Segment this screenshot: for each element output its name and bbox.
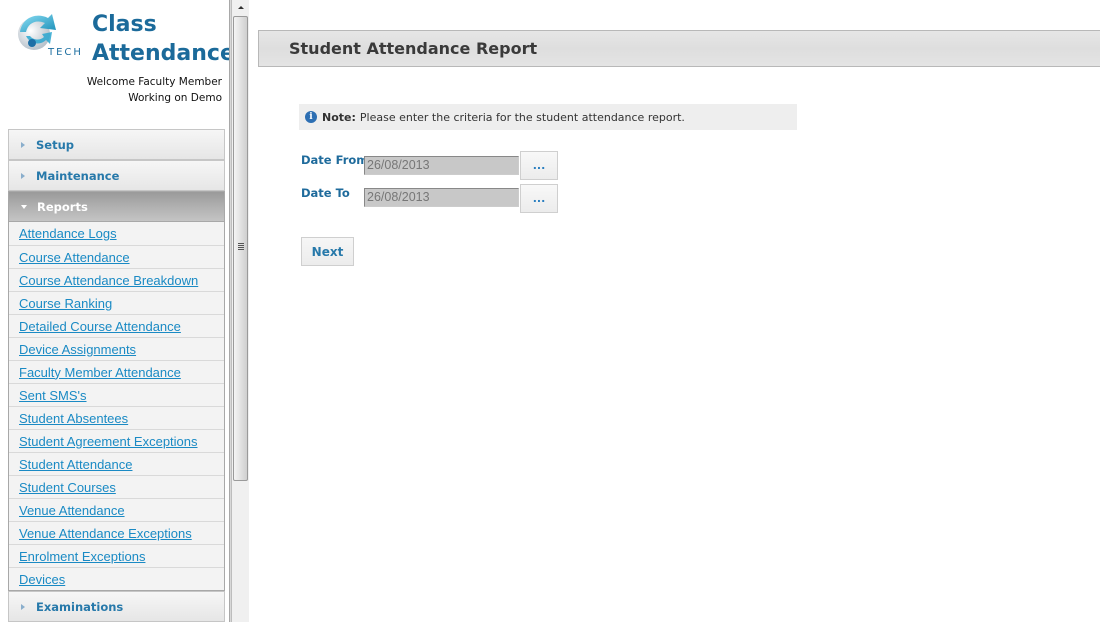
next-button[interactable]: Next — [301, 237, 354, 266]
report-link-venue-attendance-exceptions[interactable]: Venue Attendance Exceptions — [19, 526, 192, 541]
date-from-input[interactable]: 26/08/2013 — [364, 156, 519, 175]
note-text: Please enter the criteria for the studen… — [359, 110, 685, 124]
app-title-line1: Class — [92, 12, 157, 37]
caret-right-icon — [21, 172, 25, 179]
report-link-venue-attendance[interactable]: Venue Attendance — [19, 503, 125, 518]
reports-menu: Attendance Logs Course Attendance Course A… — [8, 222, 225, 591]
caret-down-icon — [21, 204, 27, 209]
sidebar-header-label: Maintenance — [36, 168, 120, 183]
reports-menu-item: Enrolment Exceptions — [9, 544, 224, 567]
note-box: i Note: Please enter the criteria for th… — [299, 104, 797, 130]
reports-menu-item: Student Absentees — [9, 406, 224, 429]
note-label: Note: — [322, 110, 356, 124]
report-link-devices[interactable]: Devices — [19, 572, 65, 587]
info-icon: i — [305, 111, 317, 123]
page-header: Student Attendance Report — [258, 30, 1100, 67]
report-link-course-ranking[interactable]: Course Ranking — [19, 296, 112, 311]
welcome-text: Welcome Faculty Member — [86, 76, 222, 88]
reports-menu-item: Attendance Logs — [9, 222, 224, 245]
navigation-frame: TECH Class Attendance Welcome Faculty Me… — [0, 0, 229, 622]
sidebar-section-setup: Setup — [8, 129, 225, 160]
date-from-label: Date From — [301, 153, 369, 167]
reports-menu-item: Student Attendance — [9, 452, 224, 475]
navigation-scrollbar[interactable] — [232, 0, 249, 622]
reports-menu-item: Venue Attendance — [9, 498, 224, 521]
report-link-student-attendance[interactable]: Student Attendance — [19, 457, 132, 472]
logo-icon — [16, 10, 58, 52]
sidebar-header-setup[interactable]: Setup — [9, 130, 224, 159]
report-link-student-absentees[interactable]: Student Absentees — [19, 411, 128, 426]
date-from-picker-button[interactable]: ... — [520, 151, 558, 180]
reports-menu-item: Sent SMS's — [9, 383, 224, 406]
page-title: Student Attendance Report — [289, 39, 538, 58]
logo-text: TECH — [48, 47, 83, 58]
arrow-up-icon — [237, 6, 244, 9]
sidebar-header-label: Examinations — [36, 599, 124, 614]
scroll-up-button[interactable] — [232, 0, 249, 15]
caret-right-icon — [21, 603, 25, 610]
report-link-attendance-logs[interactable]: Attendance Logs — [19, 226, 117, 241]
sidebar-section-examinations: Examinations — [8, 591, 225, 622]
reports-menu-item: Student Courses — [9, 475, 224, 498]
working-on-text: Working on Demo — [128, 92, 222, 104]
sidebar-section-maintenance: Maintenance — [8, 160, 225, 191]
sidebar-header-examinations[interactable]: Examinations — [9, 592, 224, 621]
sidebar-header-label: Reports — [37, 199, 88, 214]
date-to-label: Date To — [301, 186, 350, 200]
grip-icon — [238, 243, 244, 251]
reports-menu-item: Faculty Member Attendance — [9, 360, 224, 383]
reports-menu-item: Course Attendance Breakdown — [9, 268, 224, 291]
report-link-detailed-course-attendance[interactable]: Detailed Course Attendance — [19, 319, 181, 334]
report-link-sent-sms-s[interactable]: Sent SMS's — [19, 388, 87, 403]
report-link-device-assignments[interactable]: Device Assignments — [19, 342, 136, 357]
report-link-course-attendance-breakdown[interactable]: Course Attendance Breakdown — [19, 273, 198, 288]
reports-menu-item: Course Attendance — [9, 245, 224, 268]
reports-menu-item: Detailed Course Attendance — [9, 314, 224, 337]
report-link-enrolment-exceptions[interactable]: Enrolment Exceptions — [19, 549, 145, 564]
reports-menu-item: Devices — [9, 567, 224, 590]
report-link-student-agreement-exceptions[interactable]: Student Agreement Exceptions — [19, 434, 198, 449]
sidebar-header-reports[interactable]: Reports — [9, 192, 224, 221]
reports-menu-item: Student Agreement Exceptions — [9, 429, 224, 452]
sidebar-section-reports: Reports — [8, 191, 225, 222]
app-title-line2: Attendance — [92, 41, 229, 66]
caret-right-icon — [21, 141, 25, 148]
sidebar-header-label: Setup — [36, 137, 74, 152]
reports-menu-item: Venue Attendance Exceptions — [9, 521, 224, 544]
report-link-faculty-member-attendance[interactable]: Faculty Member Attendance — [19, 365, 181, 380]
report-link-student-courses[interactable]: Student Courses — [19, 480, 116, 495]
user-info: Welcome Faculty Member Working on Demo — [87, 74, 222, 106]
report-link-course-attendance[interactable]: Course Attendance — [19, 250, 130, 265]
reports-menu-item: Device Assignments — [9, 337, 224, 360]
date-to-input[interactable]: 26/08/2013 — [364, 188, 519, 207]
sidebar-header-maintenance[interactable]: Maintenance — [9, 161, 224, 190]
reports-menu-item: Course Ranking — [9, 291, 224, 314]
scrollbar-thumb[interactable] — [233, 16, 248, 481]
date-to-picker-button[interactable]: ... — [520, 184, 558, 213]
